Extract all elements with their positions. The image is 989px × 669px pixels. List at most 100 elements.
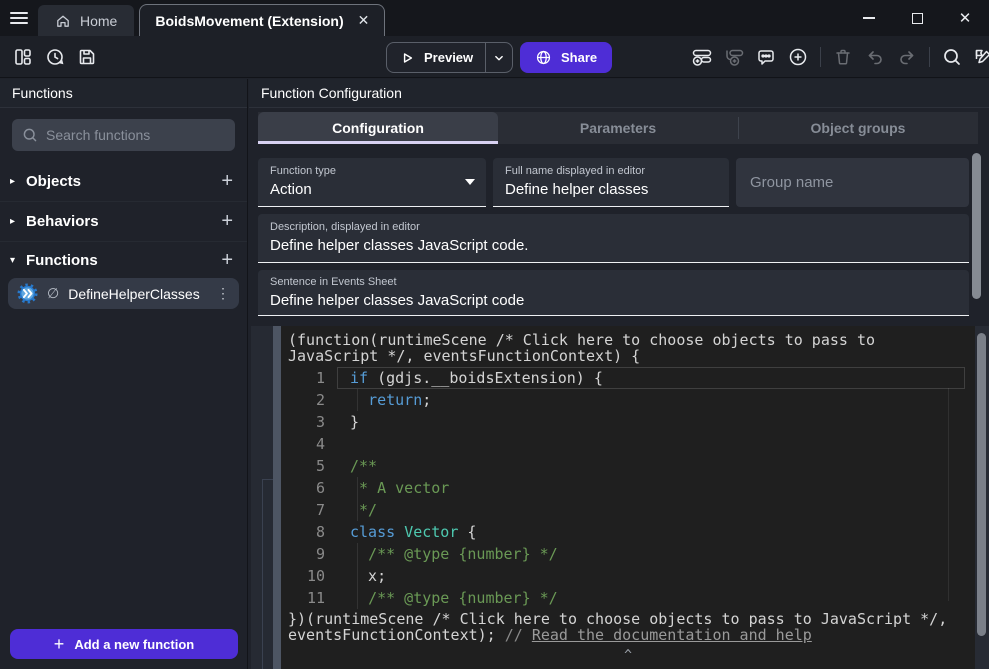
line-content[interactable]: class Vector { <box>350 521 476 543</box>
code-line[interactable]: 6 * A vector <box>281 477 975 499</box>
line-content[interactable]: /** <box>350 455 377 477</box>
code-line[interactable]: 8class Vector { <box>281 521 975 543</box>
trash-icon[interactable] <box>833 47 853 67</box>
add-comment-icon[interactable] <box>756 47 776 67</box>
code-line[interactable]: 10 x; <box>281 565 975 587</box>
group-name-input[interactable] <box>750 174 955 191</box>
maximize-icon <box>912 13 923 24</box>
line-number: 6 <box>281 477 325 499</box>
tab-object-groups[interactable]: Object groups <box>738 112 978 144</box>
add-new-function-label: Add a new function <box>74 637 194 652</box>
history-icon[interactable] <box>45 47 65 67</box>
add-object-button[interactable]: + <box>221 170 233 193</box>
globe-icon <box>535 49 552 66</box>
js-code-editor[interactable]: (function(runtimeScene /* Click here to … <box>281 326 975 669</box>
share-button[interactable]: Share <box>520 42 612 73</box>
editor-scrollbar-thumb[interactable] <box>977 333 986 636</box>
line-content[interactable]: } <box>350 411 359 433</box>
code-line[interactable]: 2 return; <box>281 389 975 411</box>
tab-close-icon[interactable]: ✕ <box>358 12 370 29</box>
undo-icon[interactable] <box>865 47 885 67</box>
line-content[interactable]: /** @type {number} */ <box>350 587 558 609</box>
search-functions-input[interactable] <box>46 127 227 143</box>
code-line[interactable]: 3} <box>281 411 975 433</box>
function-type-label: Function type <box>270 165 474 177</box>
minimize-button[interactable] <box>845 0 893 36</box>
preview-button-main[interactable]: Preview <box>387 50 485 66</box>
sidebar-section-behaviors[interactable]: ▸ Behaviors + <box>0 202 247 242</box>
toolbar-separator <box>929 47 930 67</box>
add-new-function-button[interactable]: + Add a new function <box>10 629 238 659</box>
form-row-1: Function type Action Full name displayed… <box>258 158 969 207</box>
line-content[interactable]: */ <box>350 499 377 521</box>
redo-icon[interactable] <box>897 47 917 67</box>
chevron-down-icon <box>492 51 506 65</box>
full-name-field[interactable]: Full name displayed in editor Define hel… <box>493 158 729 207</box>
line-content[interactable]: * A vector <box>350 477 449 499</box>
toolbar: Preview Share <box>0 36 989 78</box>
edit-extension-icon[interactable] <box>974 47 989 67</box>
add-behavior-button[interactable]: + <box>221 210 233 233</box>
line-content[interactable]: return; <box>350 389 431 411</box>
chevron-right-icon: ▸ <box>10 216 26 227</box>
add-function-plus-button[interactable]: + <box>221 249 233 272</box>
line-number: 1 <box>281 367 325 389</box>
toolbar-right-group <box>692 47 989 67</box>
close-button[interactable]: ✕ <box>941 0 989 36</box>
open-projects-icon[interactable] <box>13 47 33 67</box>
function-item-label: DefineHelperClasses <box>68 286 207 302</box>
tab-extension[interactable]: BoidsMovement (Extension) ✕ <box>139 4 385 36</box>
chevron-down-icon: ▾ <box>10 255 26 266</box>
line-content[interactable]: if (gdjs.__boidsExtension) { <box>350 367 603 389</box>
save-icon[interactable] <box>77 47 97 67</box>
code-footer-comment: // <box>505 626 532 644</box>
code-footer-text: eventsFunctionContext); <box>288 626 505 644</box>
documentation-link[interactable]: Read the documentation and help <box>532 626 812 644</box>
code-header[interactable]: (function(runtimeScene /* Click here to … <box>281 332 975 364</box>
add-circle-icon[interactable] <box>788 47 808 67</box>
code-line[interactable]: 9 /** @type {number} */ <box>281 543 975 565</box>
description-value: Define helper classes JavaScript code. <box>270 237 957 254</box>
search-functions-box[interactable] <box>12 119 235 151</box>
code-line[interactable]: 5/** <box>281 455 975 477</box>
full-name-label: Full name displayed in editor <box>505 165 717 177</box>
function-item-menu-icon[interactable]: ⋮ <box>216 285 230 302</box>
tab-extension-label: BoidsMovement (Extension) <box>155 13 343 29</box>
line-content[interactable]: /** @type {number} */ <box>350 543 558 565</box>
code-line[interactable]: 7 */ <box>281 499 975 521</box>
tab-home[interactable]: Home <box>38 5 134 36</box>
maximize-button[interactable] <box>893 0 941 36</box>
add-sub-event-icon[interactable] <box>724 47 744 67</box>
tab-home-label: Home <box>80 13 117 29</box>
description-field[interactable]: Description, displayed in editor Define … <box>258 214 969 263</box>
group-name-field[interactable] <box>736 158 969 207</box>
line-number: 7 <box>281 499 325 521</box>
sidebar-section-objects[interactable]: ▸ Objects + <box>0 162 247 202</box>
preview-dropdown-button[interactable] <box>486 51 512 65</box>
code-footer[interactable]: })(runtimeScene /* Click here to choose … <box>281 611 975 643</box>
function-type-select[interactable]: Function type Action <box>258 158 486 207</box>
code-line[interactable]: 4 <box>281 433 975 455</box>
function-item-definehelperclasses[interactable]: ∅ DefineHelperClasses ⋮ <box>8 278 239 309</box>
code-lines[interactable]: 1 if (gdjs.__boidsExtension) {2 return;3}… <box>281 367 975 609</box>
play-icon <box>399 50 415 66</box>
dropdown-arrow-icon <box>464 178 476 186</box>
no-expression-icon: ∅ <box>47 285 59 302</box>
preview-button[interactable]: Preview <box>386 42 513 73</box>
chevron-right-icon: ▸ <box>10 176 26 187</box>
search-icon[interactable] <box>942 47 962 67</box>
tab-parameters[interactable]: Parameters <box>498 112 738 144</box>
line-content[interactable]: x; <box>350 565 386 587</box>
main-menu-button[interactable] <box>0 0 38 36</box>
add-event-icon[interactable] <box>692 47 712 67</box>
event-selection-bar[interactable] <box>273 326 281 669</box>
sentence-field[interactable]: Sentence in Events Sheet Define helper c… <box>258 270 969 316</box>
code-line[interactable]: 1 if (gdjs.__boidsExtension) { <box>281 367 975 389</box>
code-line[interactable]: 11 /** @type {number} */ <box>281 587 975 609</box>
editor-scrollbar[interactable] <box>975 326 989 669</box>
sidebar-section-functions[interactable]: ▾ Functions + <box>0 242 247 278</box>
preview-label: Preview <box>424 50 473 65</box>
form-scrollbar[interactable] <box>972 153 981 299</box>
function-configuration-panel: Function Configuration Configuration Par… <box>249 79 989 669</box>
tab-configuration[interactable]: Configuration <box>258 112 498 144</box>
